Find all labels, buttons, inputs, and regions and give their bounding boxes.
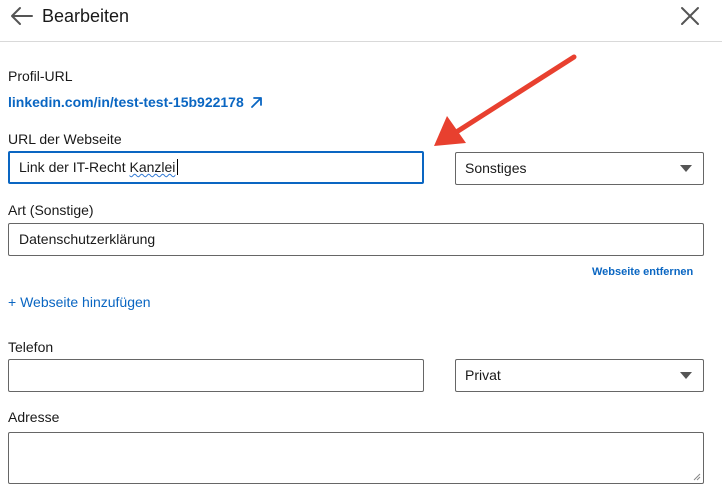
remove-website-button[interactable]: Webseite entfernen (592, 265, 693, 279)
dropdown-arrow-icon (680, 372, 692, 379)
text-cursor (177, 159, 179, 175)
dialog-header: Bearbeiten (0, 0, 722, 42)
website-type-value: Datenschutzerklärung (19, 231, 156, 247)
arrow-left-icon (11, 7, 33, 25)
phone-type-selected: Privat (465, 367, 501, 383)
close-button[interactable] (678, 4, 702, 28)
dialog-title: Bearbeiten (42, 6, 130, 26)
profile-url-link[interactable]: linkedin.com/in/test-test-15b922178 (8, 93, 263, 111)
dropdown-arrow-icon (680, 165, 692, 172)
phone-label: Telefon (8, 339, 54, 355)
address-label: Adresse (8, 409, 60, 425)
profile-url-text: linkedin.com/in/test-test-15b922178 (8, 94, 244, 110)
website-type-select[interactable]: Sonstiges (455, 152, 704, 185)
website-url-label: URL der Webseite (8, 131, 122, 147)
website-url-input[interactable]: Link der IT-Recht Kanzlei (8, 151, 424, 184)
add-website-button[interactable]: + Webseite hinzufügen (8, 293, 151, 311)
website-type-input[interactable]: Datenschutzerklärung (8, 223, 704, 256)
back-button[interactable] (9, 5, 35, 27)
external-link-icon (250, 96, 262, 108)
address-textarea[interactable] (8, 432, 704, 484)
profile-url-label: Profil-URL (8, 68, 73, 84)
phone-input[interactable] (8, 359, 424, 392)
misspelled-word: Kanzlei (129, 159, 176, 175)
website-type-selected: Sonstiges (465, 160, 527, 176)
phone-type-select[interactable]: Privat (455, 359, 704, 392)
close-icon (681, 7, 699, 25)
website-type-label: Art (Sonstige) (8, 202, 94, 218)
website-url-value-text: Link der IT-Recht (19, 159, 130, 175)
resize-grip-icon[interactable] (691, 471, 701, 481)
